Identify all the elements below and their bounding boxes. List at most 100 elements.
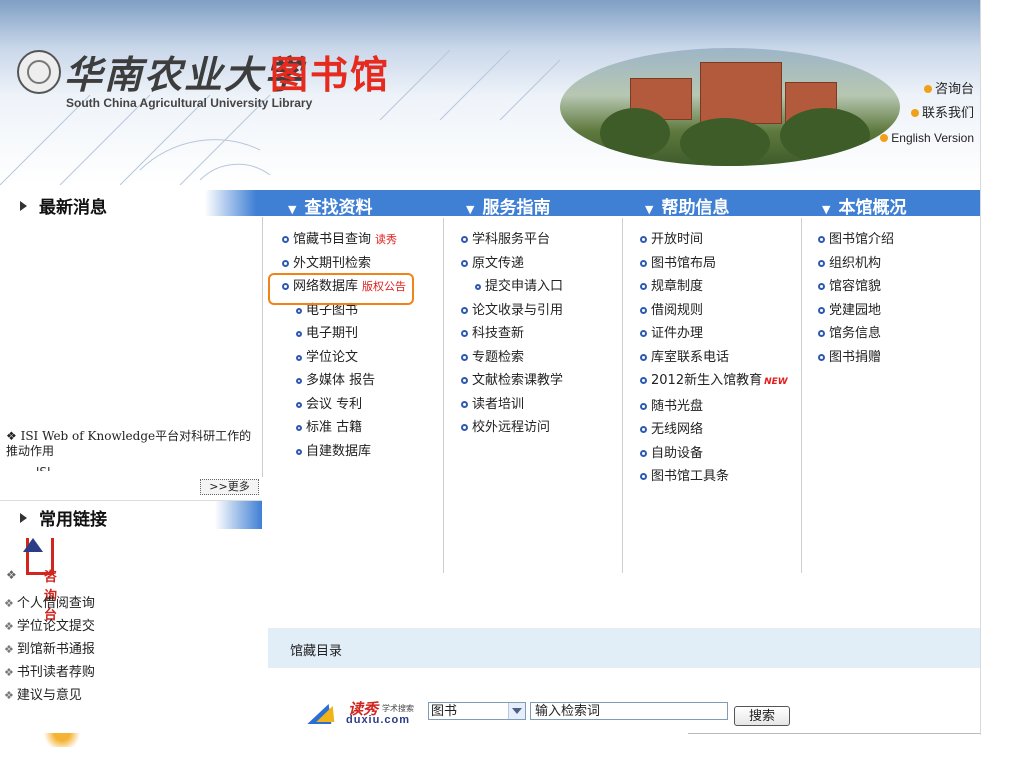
menu-item-freshman[interactable]: 2012新生入馆教育 NEW bbox=[640, 369, 788, 395]
news-item[interactable]: ❖ ISI Web of Knowledge平台对科研工作的推动作用 bbox=[6, 429, 256, 459]
links-header-label: 常用链接 bbox=[20, 505, 107, 530]
menu-item-topic-search[interactable]: 专题检索 bbox=[461, 346, 563, 370]
bullet-icon: ❖ bbox=[4, 597, 14, 610]
triangle-down-icon: ▼ bbox=[822, 203, 831, 216]
menu-item-phones[interactable]: 库室联系电话 bbox=[640, 346, 788, 370]
submenu-conference-patent[interactable]: 会议 专利 bbox=[282, 393, 406, 417]
menu-item-novelty-search[interactable]: 科技查新 bbox=[461, 322, 563, 346]
menu-item-affairs[interactable]: 馆务信息 bbox=[818, 322, 894, 346]
link-loan-query[interactable]: ❖ 个人借阅查询 bbox=[4, 592, 95, 615]
campus-photo bbox=[560, 48, 900, 166]
more-news-button[interactable]: >>更多 bbox=[200, 479, 259, 495]
bullet-icon bbox=[475, 284, 481, 290]
link-recommend[interactable]: ❖ 书刊读者荐购 bbox=[4, 661, 95, 684]
bullet-icon bbox=[640, 473, 647, 480]
catalog-header: 馆藏目录 bbox=[268, 628, 980, 668]
menu-item-training[interactable]: 读者培训 bbox=[461, 393, 563, 417]
menu-item-loan-rules[interactable]: 借阅规则 bbox=[640, 299, 788, 323]
menu-item-gallery[interactable]: 馆容馆貌 bbox=[818, 275, 894, 299]
chevron-down-icon[interactable] bbox=[508, 703, 525, 719]
news-item-scrolling[interactable]: … ISI … … bbox=[20, 465, 250, 471]
new-badge: NEW bbox=[764, 377, 788, 387]
menu-item-rules[interactable]: 规章制度 bbox=[640, 275, 788, 299]
main-nav-bar: 最新消息 ▼ 查找资料 ▼ 服务指南 ▼ 帮助信息 ▼ 本馆概况 bbox=[0, 190, 980, 218]
duxiu-logo[interactable]: 读秀 学术搜索 duxiu.com bbox=[307, 698, 424, 728]
bullet-icon bbox=[818, 306, 825, 314]
menu-item-hours[interactable]: 开放时间 bbox=[640, 228, 788, 252]
link-new-books[interactable]: ❖ 到馆新书通报 bbox=[4, 638, 95, 661]
bullet-icon bbox=[818, 353, 825, 361]
menu-item-layout[interactable]: 图书馆布局 bbox=[640, 252, 788, 276]
bullet-icon bbox=[923, 85, 932, 93]
search-type-select[interactable]: 图书 bbox=[428, 702, 526, 720]
tab-help[interactable]: ▼ 帮助信息 bbox=[645, 193, 729, 218]
menu-item-catalog[interactable]: 馆藏书目查询 读秀 bbox=[282, 228, 406, 252]
menu-item-foreign-journals[interactable]: 外文期刊检索 bbox=[282, 252, 406, 276]
bullet-icon: ❖ bbox=[4, 620, 14, 633]
search-button[interactable]: 搜索 bbox=[734, 706, 790, 726]
tab-about[interactable]: ▼ 本馆概况 bbox=[822, 193, 906, 218]
bullet-icon bbox=[296, 401, 302, 408]
bullet-icon bbox=[640, 306, 647, 314]
search-type-value: 图书 bbox=[431, 704, 458, 719]
submenu-multimedia[interactable]: 多媒体 报告 bbox=[282, 369, 406, 393]
sun-logo-icon bbox=[40, 733, 84, 747]
bullet-icon: ❖ bbox=[6, 568, 17, 582]
duxiu-url: duxiu.com bbox=[346, 714, 411, 726]
common-links: ❖ 个人借阅查询 ❖ 学位论文提交 ❖ 到馆新书通报 ❖ 书刊读者荐购 ❖ 建议与意见 bbox=[4, 592, 95, 707]
top-link-contact[interactable]: 联系我们 bbox=[880, 102, 974, 126]
menu-item-party[interactable]: 党建园地 bbox=[818, 299, 894, 323]
catalog-title: 馆藏目录 bbox=[290, 644, 343, 659]
triangle-right-icon bbox=[20, 201, 27, 211]
bullet-icon: ❖ bbox=[4, 689, 14, 702]
about-column: 图书馆介绍 组织机构 馆容馆貌 党建园地 馆务信息 图书捐赠 bbox=[818, 228, 894, 369]
bullet-icon bbox=[640, 426, 647, 433]
menu-item-citation[interactable]: 论文收录与引用 bbox=[461, 299, 563, 323]
bullet-icon bbox=[296, 331, 302, 337]
submenu-local-db[interactable]: 自建数据库 bbox=[282, 440, 406, 464]
bullet-icon bbox=[640, 283, 647, 290]
menu-item-wifi[interactable]: 无线网络 bbox=[640, 418, 788, 442]
triangle-right-icon bbox=[20, 513, 27, 523]
bullet-icon bbox=[296, 425, 302, 431]
bullet-icon bbox=[461, 236, 468, 243]
search-input[interactable]: 输入检索词 bbox=[530, 702, 728, 720]
menu-item-donation[interactable]: 图书捐赠 bbox=[818, 346, 894, 370]
bullet-icon bbox=[296, 307, 302, 314]
top-link-help-desk[interactable]: 咨询台 bbox=[880, 78, 974, 102]
menu-item-toolbar[interactable]: 图书馆工具条 bbox=[640, 465, 788, 489]
menu-item-cd[interactable]: 随书光盘 bbox=[640, 395, 788, 419]
submenu-ejournals[interactable]: 电子期刊 bbox=[282, 322, 406, 346]
university-name-en: South China Agricultural University Libr… bbox=[66, 96, 313, 110]
bullet-icon bbox=[880, 134, 889, 142]
top-links: 咨询台 联系我们 English Version bbox=[880, 78, 974, 150]
submenu-theses[interactable]: 学位论文 bbox=[282, 346, 406, 370]
bullet-icon bbox=[640, 449, 647, 457]
tab-service[interactable]: ▼ 服务指南 bbox=[466, 193, 550, 218]
menu-item-card[interactable]: 证件办理 bbox=[640, 322, 788, 346]
news-header-label[interactable]: 最新消息 bbox=[20, 193, 107, 218]
link-thesis-submit[interactable]: ❖ 学位论文提交 bbox=[4, 615, 95, 638]
university-name-cn: 华南农业大学 bbox=[64, 52, 305, 97]
menu-item-organization[interactable]: 组织机构 bbox=[818, 252, 894, 276]
menu-item-document-delivery[interactable]: 原文传递 bbox=[461, 252, 563, 276]
service-column: 学科服务平台 原文传递 提交申请入口 论文收录与引用 科技查新 专题检索 文献检… bbox=[461, 228, 563, 440]
column-divider bbox=[443, 218, 444, 573]
submenu-submit-request[interactable]: 提交申请入口 bbox=[461, 275, 563, 299]
bullet-icon bbox=[282, 259, 289, 267]
bullet-icon bbox=[818, 330, 825, 337]
menu-item-remote-access[interactable]: 校外远程访问 bbox=[461, 416, 563, 440]
triangle-down-icon: ▼ bbox=[466, 203, 475, 216]
menu-item-intro[interactable]: 图书馆介绍 bbox=[818, 228, 894, 252]
tab-find[interactable]: ▼ 查找资料 bbox=[288, 193, 372, 218]
menu-item-subject-service[interactable]: 学科服务平台 bbox=[461, 228, 563, 252]
link-feedback[interactable]: ❖ 建议与意见 bbox=[4, 684, 95, 707]
bullet-icon bbox=[282, 236, 289, 243]
menu-item-self-service[interactable]: 自助设备 bbox=[640, 442, 788, 466]
top-link-english[interactable]: English Version bbox=[880, 126, 974, 150]
bullet-icon bbox=[461, 377, 468, 384]
duxiu-tag[interactable]: 读秀 bbox=[375, 233, 397, 246]
submenu-standards[interactable]: 标准 古籍 bbox=[282, 416, 406, 440]
menu-item-course[interactable]: 文献检索课教学 bbox=[461, 369, 563, 393]
bullet-icon bbox=[818, 236, 825, 243]
